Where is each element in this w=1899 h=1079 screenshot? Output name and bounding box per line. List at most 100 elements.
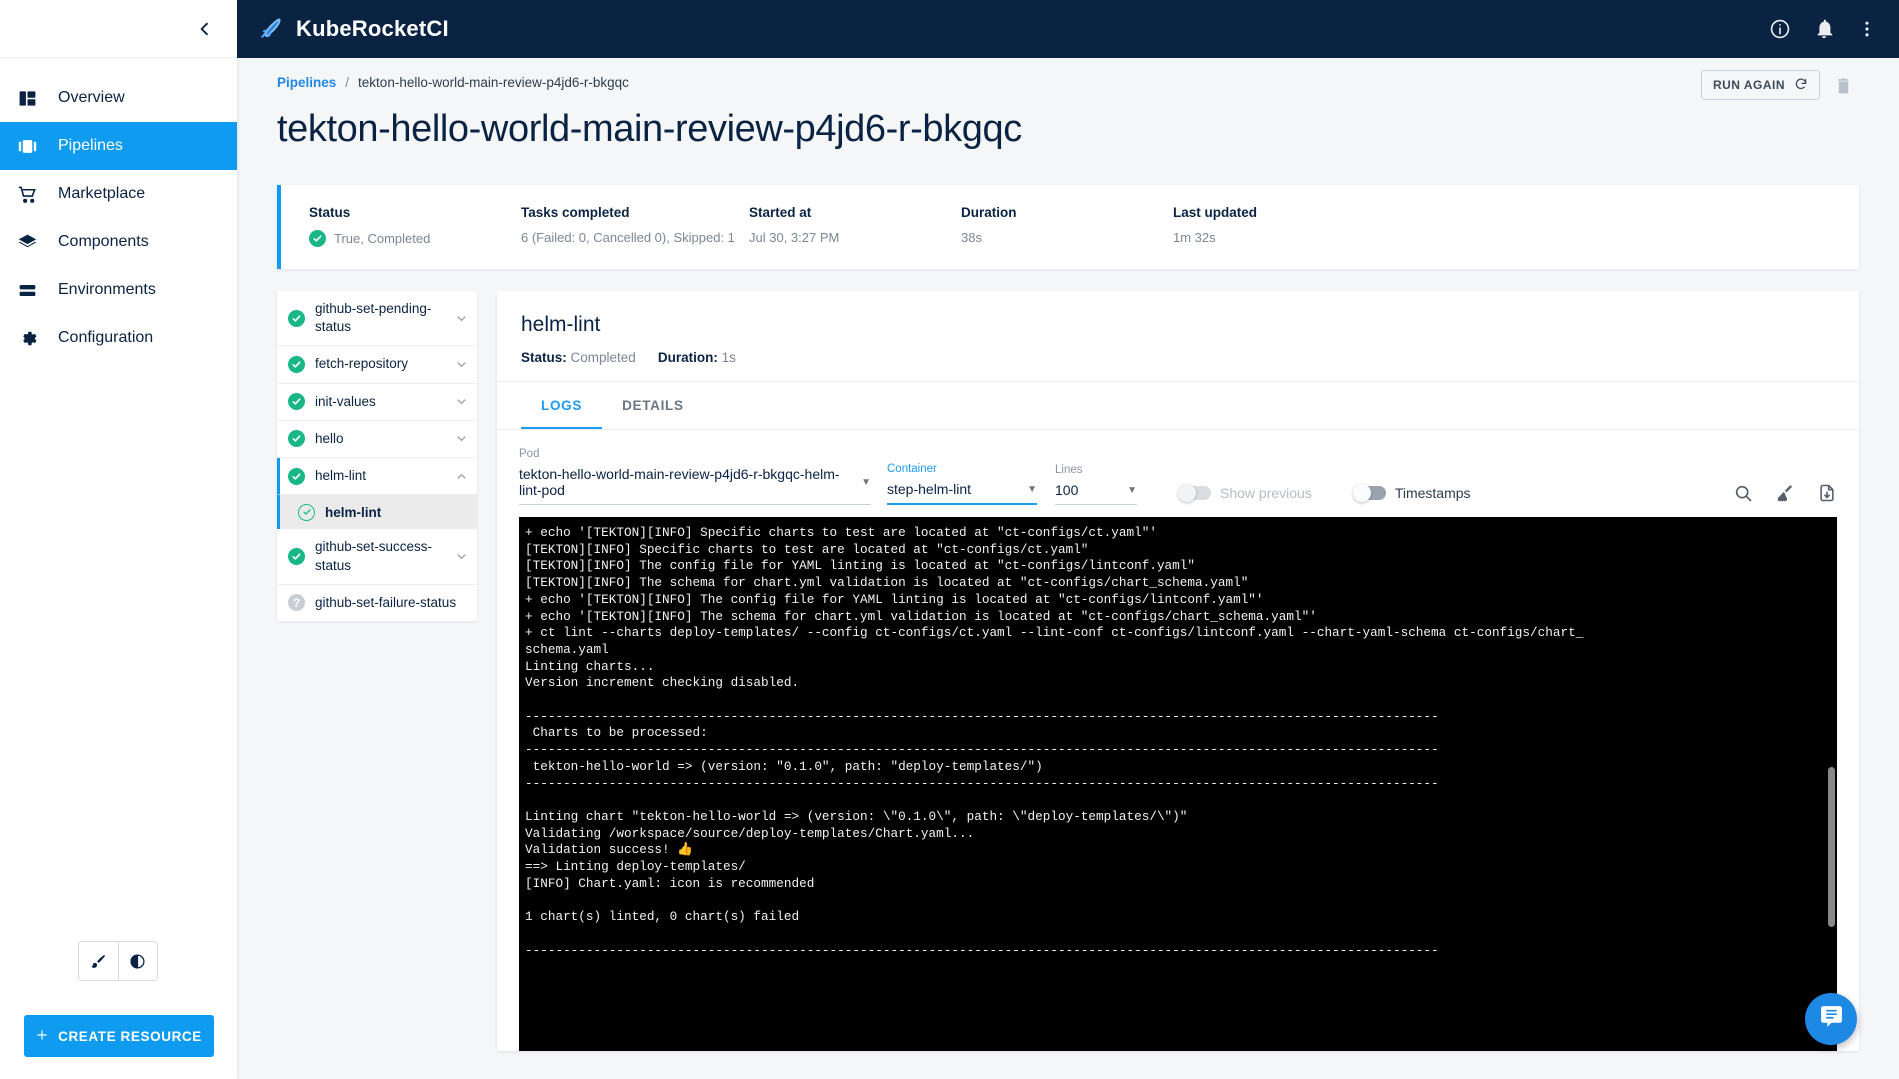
chevron-up-icon[interactable] (454, 469, 469, 484)
broom-icon[interactable] (1775, 483, 1795, 503)
task-row[interactable]: github-set-success-status (277, 529, 477, 584)
question-circle-icon: ? (288, 594, 305, 611)
status-label: Status: (521, 350, 567, 365)
pod-label: Pod (519, 448, 871, 460)
summary-tasks-completed: Tasks completed 6 (Failed: 0, Cancelled … (521, 205, 749, 245)
task-label: helm-lint (315, 467, 444, 485)
theme-toggle-group (78, 941, 158, 981)
summary-value-wrap: True, Completed (309, 230, 521, 247)
delete-button[interactable] (1834, 76, 1853, 95)
sidebar-item-overview[interactable]: Overview (0, 74, 237, 122)
summary-status: Status True, Completed (309, 205, 521, 247)
breadcrumb-pipelines-link[interactable]: Pipelines (277, 75, 336, 90)
console-scrollbar[interactable] (1828, 767, 1835, 927)
task-row[interactable]: hello (277, 421, 477, 458)
timestamps-toggle[interactable]: Timestamps (1354, 485, 1471, 501)
run-summary-card: Status True, Completed Tasks completed 6… (277, 185, 1859, 269)
chevron-down-icon[interactable] (454, 357, 469, 372)
lines-label: Lines (1055, 464, 1137, 476)
task-list: github-set-pending-status fetch-reposito… (277, 291, 477, 621)
container-value: step-helm-lint (887, 481, 971, 497)
summary-label: Last updated (1173, 205, 1385, 220)
lines-select[interactable]: 100 ▼ (1055, 482, 1137, 505)
sidebar-items: Overview Pipelines Marketplace Component… (0, 58, 237, 362)
show-previous-toggle[interactable]: Show previous (1179, 485, 1312, 501)
check-circle-icon (288, 430, 305, 447)
task-row[interactable]: init-values (277, 384, 477, 421)
task-label: fetch-repository (315, 355, 444, 373)
task-label: github-set-failure-status (315, 594, 469, 612)
create-resource-button[interactable]: CREATE RESOURCE (24, 1015, 214, 1057)
tab-details[interactable]: DETAILS (602, 382, 704, 429)
task-row[interactable]: ? github-set-failure-status (277, 585, 477, 621)
check-circle-icon (288, 356, 305, 373)
check-circle-icon (288, 548, 305, 565)
chat-icon (1819, 1004, 1844, 1034)
breadcrumb: Pipelines / tekton-hello-world-main-revi… (237, 58, 1899, 94)
brush-icon[interactable] (79, 942, 118, 980)
pod-select[interactable]: tekton-hello-world-main-review-p4jd6-r-b… (519, 466, 871, 505)
run-again-label: RUN AGAIN (1713, 78, 1785, 92)
sidebar-item-marketplace[interactable]: Marketplace (0, 170, 237, 218)
task-step-row-helm-lint[interactable]: helm-lint (277, 495, 477, 529)
sidebar-item-label: Configuration (58, 329, 153, 347)
log-toolbar: Pod tekton-hello-world-main-review-p4jd6… (497, 430, 1859, 505)
info-icon[interactable] (1769, 18, 1791, 40)
top-bar: KubeRocketCI (237, 0, 1899, 58)
brand[interactable]: KubeRocketCI (259, 14, 449, 45)
page-actions: RUN AGAIN (1701, 70, 1853, 100)
chevron-down-icon[interactable] (454, 394, 469, 409)
tab-logs[interactable]: LOGS (521, 382, 602, 429)
breadcrumb-separator: / (345, 75, 349, 90)
chat-button[interactable] (1805, 993, 1857, 1045)
sidebar-item-label: Overview (58, 89, 125, 107)
create-resource-label: CREATE RESOURCE (58, 1029, 202, 1044)
task-row[interactable]: github-set-pending-status (277, 291, 477, 346)
lines-value: 100 (1055, 482, 1078, 498)
kebab-menu-icon[interactable] (1857, 19, 1877, 39)
summary-label: Tasks completed (521, 205, 749, 220)
sidebar-item-environments[interactable]: Environments (0, 266, 237, 314)
sidebar-item-pipelines[interactable]: Pipelines (0, 122, 237, 170)
chevron-down-icon[interactable] (454, 311, 469, 326)
log-toolbar-actions (1733, 483, 1837, 503)
log-output: + echo '[TEKTON][INFO] Specific charts t… (519, 517, 1837, 959)
check-circle-icon (288, 393, 305, 410)
check-circle-icon (288, 468, 305, 485)
download-file-icon[interactable] (1817, 483, 1837, 503)
run-again-button[interactable]: RUN AGAIN (1701, 70, 1820, 100)
check-circle-icon (309, 230, 326, 247)
chevron-left-icon[interactable] (195, 19, 215, 39)
run-body: github-set-pending-status fetch-reposito… (277, 291, 1859, 1051)
sidebar-item-label: Environments (58, 281, 156, 299)
task-detail-title: helm-lint (521, 313, 1859, 337)
container-selector: Container step-helm-lint ▼ (887, 463, 1037, 505)
task-row-selected[interactable]: helm-lint (277, 458, 477, 495)
cart-icon (14, 185, 40, 204)
task-label: init-values (315, 393, 444, 411)
chevron-down-icon: ▼ (1027, 484, 1037, 495)
summary-duration: Duration 38s (961, 205, 1173, 245)
search-icon[interactable] (1733, 483, 1753, 503)
left-navigation: Overview Pipelines Marketplace Component… (0, 0, 237, 1079)
bell-icon[interactable] (1813, 18, 1835, 40)
summary-value: True, Completed (334, 231, 430, 246)
layers-icon (14, 233, 40, 252)
duration-value: 1s (722, 350, 736, 365)
log-console[interactable]: + echo '[TEKTON][INFO] Specific charts t… (519, 517, 1837, 1051)
task-row[interactable]: fetch-repository (277, 346, 477, 383)
show-previous-label: Show previous (1220, 485, 1312, 501)
contrast-icon[interactable] (118, 942, 158, 980)
chevron-down-icon[interactable] (454, 549, 469, 564)
check-circle-outline-icon (298, 504, 315, 521)
container-select[interactable]: step-helm-lint ▼ (887, 481, 1037, 505)
summary-value: 38s (961, 230, 1173, 245)
task-label: hello (315, 430, 444, 448)
chevron-down-icon[interactable] (454, 431, 469, 446)
detail-tabs: LOGS DETAILS (497, 382, 1859, 430)
sidebar-item-components[interactable]: Components (0, 218, 237, 266)
sidebar-item-configuration[interactable]: Configuration (0, 314, 237, 362)
topbar-actions (1769, 18, 1877, 40)
chevron-down-icon: ▼ (1127, 485, 1137, 496)
plus-icon (35, 1028, 49, 1045)
